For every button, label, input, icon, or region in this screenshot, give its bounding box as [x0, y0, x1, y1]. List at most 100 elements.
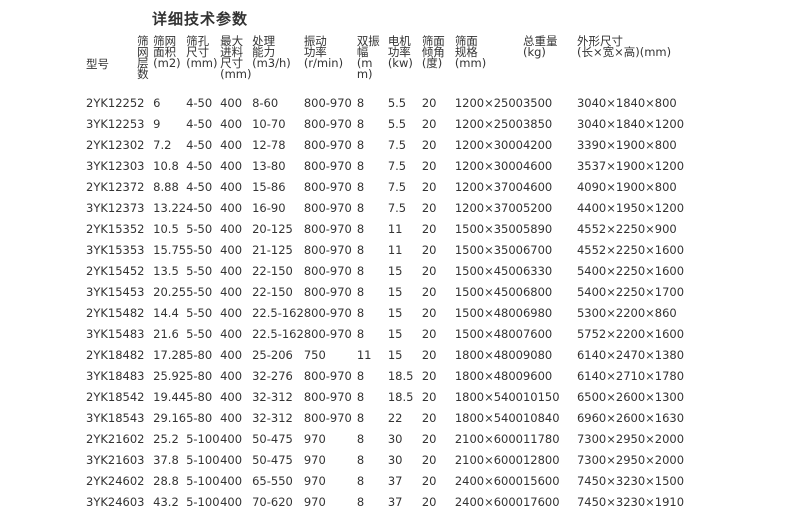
table-cell: 2YK1545 [86, 264, 138, 278]
table-cell: 800-970 [303, 117, 352, 131]
table-row: 3YK1545 3 20.25 5-50 400 22-150 800-970 8 15 20 15… [86, 281, 684, 302]
table-cell: 8 [356, 159, 365, 173]
table-cell: 25.2 [153, 432, 179, 446]
table-cell: 2 [137, 180, 145, 194]
table-cell: 65-550 [252, 474, 293, 488]
table-cell: 7.2 [153, 138, 172, 152]
table-cell: 3 [137, 117, 145, 131]
table-cell: 8 [356, 327, 365, 341]
table-cell: 1800×5400 [454, 390, 523, 404]
table-cell: 1500×4500 [454, 285, 523, 299]
table-cell: 800-970 [303, 306, 352, 320]
table-cell: 1800×4800 [454, 348, 523, 362]
table-cell: 3537×1900×1200 [576, 159, 685, 173]
table-cell: 6140×2710×1780 [576, 369, 685, 383]
table-cell: 20.25 [153, 285, 187, 299]
table-cell: 970 [303, 453, 326, 467]
table-cell: 1200×3000 [454, 159, 523, 173]
table-cell: 22-150 [252, 285, 293, 299]
table-cell: 5-50 [186, 306, 213, 320]
table-cell: 2YK1854 [86, 390, 138, 404]
table-cell: 18.5 [387, 390, 414, 404]
table-cell: 11 [356, 348, 372, 362]
table-cell: 8 [356, 222, 365, 236]
table-row: 3YK1854 3 29.16 5-80 400 32-312 800-970 8 22 20 18… [86, 407, 684, 428]
table-cell: 25.92 [153, 369, 187, 383]
table-cell: 400 [220, 285, 243, 299]
table-cell: 2YK1225 [86, 96, 138, 110]
table-cell: 8 [356, 390, 365, 404]
table-cell: 10-70 [252, 117, 286, 131]
table-cell: 3YK1854 [86, 411, 138, 425]
table-cell: 2 [137, 474, 145, 488]
table-cell: 8 [356, 117, 365, 131]
table-cell: 400 [220, 411, 243, 425]
table-cell: 400 [220, 453, 243, 467]
table-cell: 11780 [522, 432, 560, 446]
table-cell: 5-50 [186, 264, 213, 278]
table-cell: 8-60 [252, 96, 279, 110]
table-cell: 1500×4800 [454, 306, 523, 320]
table-cell: 16-90 [252, 201, 286, 215]
table-cell: 20 [421, 243, 437, 257]
column-header-line: (度) [421, 56, 443, 70]
table-cell: 1200×3700 [454, 180, 523, 194]
table-cell: 5-100 [186, 432, 220, 446]
table-cell: 6960×2600×1630 [576, 411, 685, 425]
table-cell: 20 [421, 117, 437, 131]
table-cell: 2YK2460 [86, 474, 138, 488]
table-cell: 10.5 [153, 222, 179, 236]
table-cell: 400 [220, 369, 243, 383]
table-cell: 800-970 [303, 264, 352, 278]
table-cell: 4552×2250×900 [576, 222, 677, 236]
table-cell: 9080 [522, 348, 553, 362]
table-cell: 14.4 [153, 306, 179, 320]
table-cell: 2YK1237 [86, 180, 138, 194]
column-header-line: (kg) [522, 45, 546, 59]
table-cell: 400 [220, 306, 243, 320]
table-cell: 7450×3230×1500 [576, 474, 685, 488]
table-cell: 5200 [522, 201, 553, 215]
column-header-line: (m2) [153, 56, 181, 70]
table-header-row: 型号 筛网层数筛网 面积 (m2) 筛孔 尺寸 (mm) 最大 进料 尺寸 (mm) 处理 能力 (m3/… [86, 35, 684, 92]
table-cell: 5.5 [387, 117, 407, 131]
table-cell: 5-50 [186, 222, 213, 236]
column-header: 筛网层数 [137, 35, 153, 92]
table-cell: 5-100 [186, 453, 220, 467]
table-cell: 3 [137, 201, 145, 215]
table-cell: 2 [137, 306, 145, 320]
table-cell: 3YK1848 [86, 369, 138, 383]
column-header: 双振幅 (mm) [356, 35, 388, 92]
table-cell: 20-125 [252, 222, 293, 236]
table-cell: 9 [153, 117, 161, 131]
table-cell: 4-50 [186, 117, 213, 131]
table-cell: 3850 [522, 117, 553, 131]
table-cell: 7300×2950×2000 [576, 432, 685, 446]
column-header: 振动 功率 (r/min) [304, 35, 357, 92]
table-cell: 20 [421, 348, 437, 362]
column-header-line: (mm) [186, 56, 218, 70]
table-cell: 400 [220, 96, 243, 110]
table-cell: 1800×5400 [454, 411, 523, 425]
table-cell: 10840 [522, 411, 560, 425]
table-cell: 8 [356, 369, 365, 383]
table-cell: 400 [220, 348, 243, 362]
table-cell: 400 [220, 201, 243, 215]
table-cell: 8 [356, 411, 365, 425]
table-cell: 15-86 [252, 180, 286, 194]
table-row: 2YK1535 2 10.5 5-50 400 20-125 800-970 8 11 20 150… [86, 218, 684, 239]
table-cell: 1500×3500 [454, 222, 523, 236]
column-header: 处理 能力 (m3/h) [252, 35, 304, 92]
table-cell: 15 [387, 264, 403, 278]
table-cell: 6800 [522, 285, 553, 299]
page-title: 详细技术参数 [152, 10, 249, 28]
table-row: 2YK1848 2 17.28 5-80 400 25-206 750 11 15 20 1800×… [86, 344, 684, 365]
column-header-line: (mm) [356, 56, 373, 81]
table-cell: 8 [356, 306, 365, 320]
table-cell: 2 [137, 222, 145, 236]
table-row: 3YK1535 3 15.75 5-50 400 21-125 800-970 8 11 20 15… [86, 239, 684, 260]
table-cell: 3YK1230 [86, 159, 138, 173]
table-cell: 400 [220, 243, 243, 257]
table-cell: 400 [220, 138, 243, 152]
table-cell: 2400×6000 [454, 474, 523, 488]
